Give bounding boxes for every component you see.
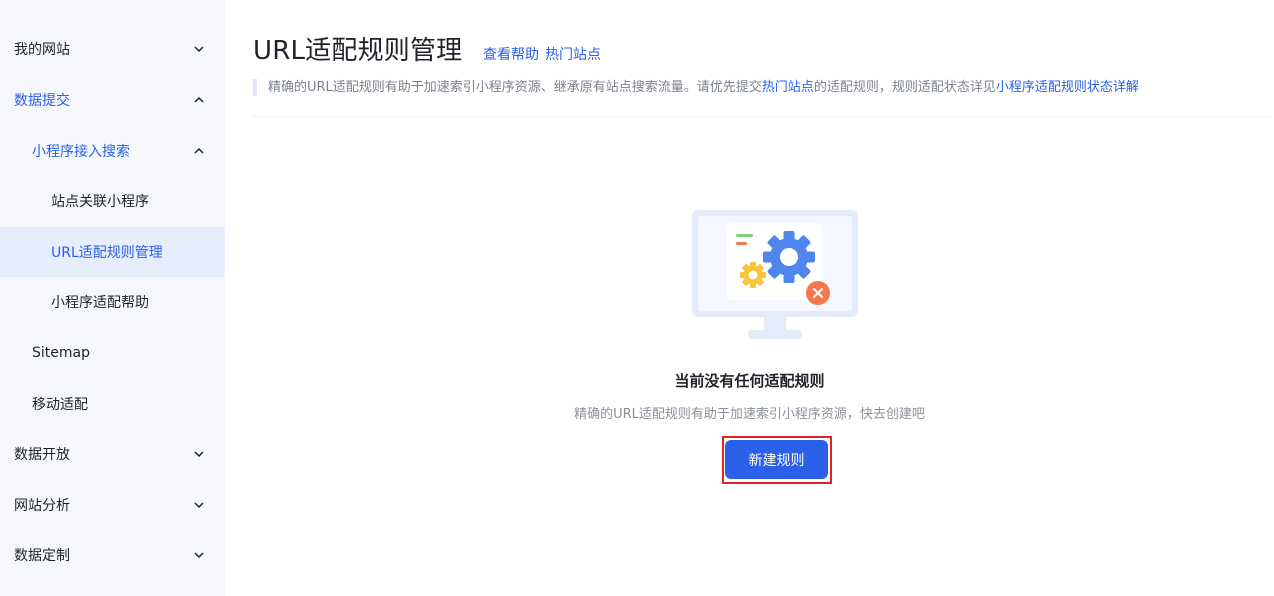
page-title: URL适配规则管理	[253, 36, 463, 66]
sidebar-item-miniprogram-help[interactable]: 小程序适配帮助	[0, 277, 225, 327]
chevron-up-icon	[194, 96, 204, 103]
sidebar-item-label: 移动适配	[32, 397, 88, 413]
sidebar-item-label: 小程序接入搜索	[32, 144, 130, 160]
divider	[253, 116, 1272, 117]
sidebar-item-label: URL适配规则管理	[51, 245, 163, 261]
sidebar-item-site-analysis[interactable]: 网站分析	[0, 480, 225, 530]
sidebar-item-sitemap[interactable]: Sitemap	[0, 328, 225, 378]
monitor-gear-error-icon	[692, 210, 858, 339]
notice-status-detail-link[interactable]: 小程序适配规则状态详解	[996, 80, 1139, 95]
chevron-down-icon	[194, 451, 204, 458]
sidebar-item-label: 小程序适配帮助	[51, 295, 149, 311]
empty-state-description: 精确的URL适配规则有助于加速索引小程序资源，快去创建吧	[574, 407, 925, 422]
sidebar-item-label: 网站分析	[14, 498, 70, 514]
notice-text: 精确的URL适配规则有助于加速索引小程序资源、继承原有站点搜索流量。请优先提交	[268, 80, 762, 95]
sidebar-item-label: 数据提交	[14, 93, 70, 109]
notice-text: 的适配规则，规则适配状态详见	[813, 80, 996, 95]
main-content: URL适配规则管理 查看帮助 热门站点 精确的URL适配规则有助于加速索引小程序…	[225, 0, 1274, 596]
new-rule-button[interactable]: 新建规则	[725, 440, 828, 479]
help-link[interactable]: 查看帮助	[483, 44, 539, 64]
sidebar: 我的网站 数据提交 小程序接入搜索 站点关联小程序 URL适配规则管理 小程序适…	[0, 0, 225, 596]
chevron-up-icon	[194, 147, 204, 154]
sidebar-item-my-sites[interactable]: 我的网站	[0, 24, 225, 74]
sidebar-item-url-rules[interactable]: URL适配规则管理	[0, 227, 225, 277]
notice-banner: 精确的URL适配规则有助于加速索引小程序资源、继承原有站点搜索流量。请优先提交热…	[253, 79, 1139, 96]
notice-hot-sites-link[interactable]: 热门站点	[762, 80, 814, 95]
sidebar-item-miniprogram-search[interactable]: 小程序接入搜索	[0, 126, 225, 176]
sidebar-item-label: 我的网站	[14, 42, 70, 58]
chevron-down-icon	[194, 46, 204, 53]
sidebar-item-data-custom[interactable]: 数据定制	[0, 530, 225, 580]
sidebar-item-label: Sitemap	[32, 345, 90, 361]
sidebar-item-data-submit[interactable]: 数据提交	[0, 75, 225, 125]
empty-state-title: 当前没有任何适配规则	[674, 372, 825, 390]
sidebar-item-mobile-adapt[interactable]: 移动适配	[0, 379, 225, 429]
sidebar-item-label: 数据定制	[14, 548, 70, 564]
chevron-down-icon	[194, 552, 204, 559]
sidebar-item-data-open[interactable]: 数据开放	[0, 429, 225, 479]
hot-sites-link[interactable]: 热门站点	[545, 44, 601, 64]
sidebar-item-label: 站点关联小程序	[51, 194, 149, 210]
sidebar-item-site-link-miniprogram[interactable]: 站点关联小程序	[0, 176, 225, 226]
chevron-down-icon	[194, 502, 204, 509]
sidebar-item-label: 数据开放	[14, 447, 70, 463]
